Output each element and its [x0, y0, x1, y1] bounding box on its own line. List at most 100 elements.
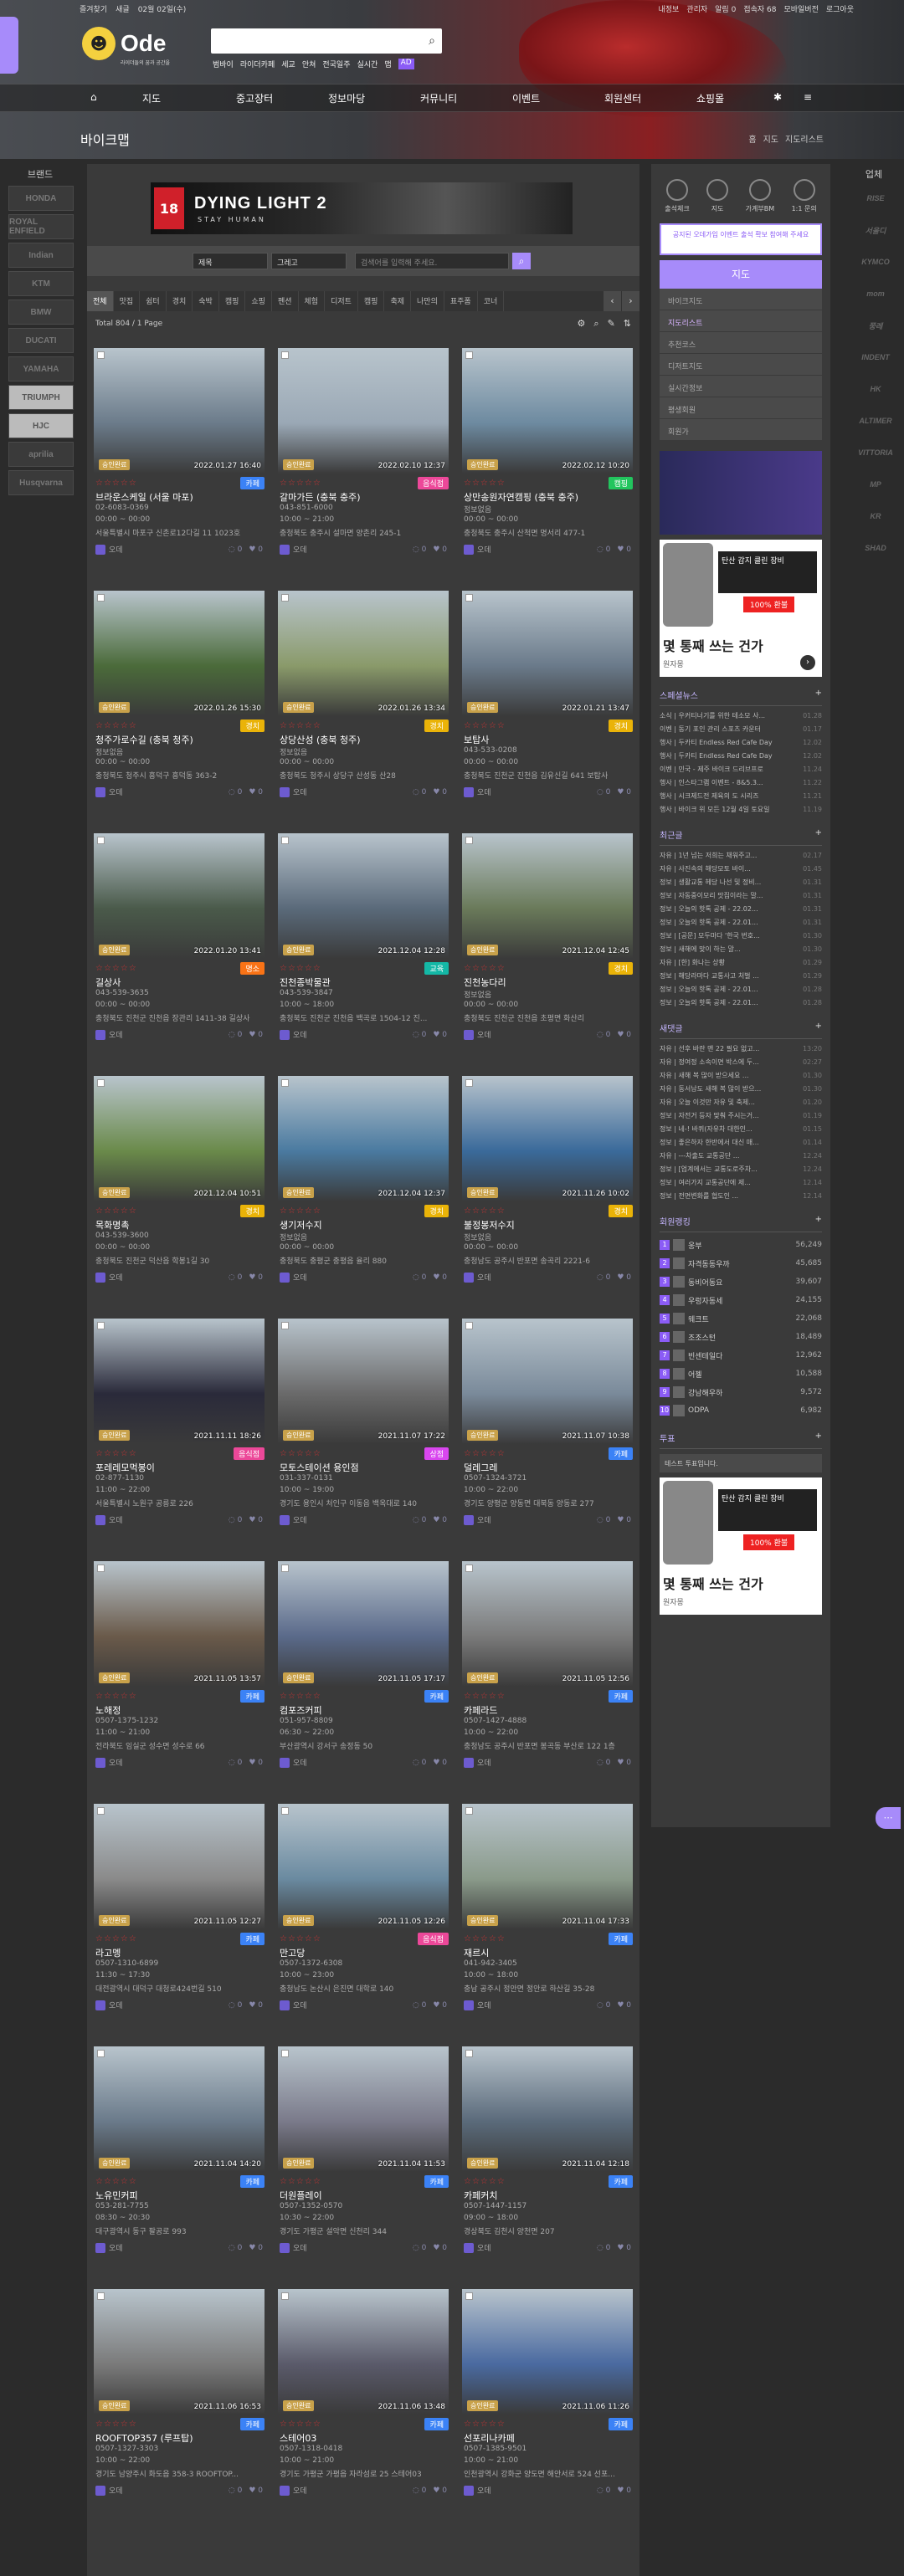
place-card[interactable]: 승인완료 2021.11.05 12:26 ☆☆☆☆☆ 음식점 만고당 0507-1372…	[278, 1804, 449, 2046]
place-name[interactable]: 상만송원자연캠핑 (충북 충주)	[464, 490, 631, 504]
list-item[interactable]: 자유 | 오늘 이것만 자유 및 축제... 01.20	[660, 1096, 822, 1109]
place-card[interactable]: 승인완료 2021.12.04 12:28 ☆☆☆☆☆ 교육 진천종박물관 043-539…	[278, 833, 449, 1076]
place-card[interactable]: 승인완료 2022.02.12 10:20 ☆☆☆☆☆ 캠핑 상만송원자연캠핑 (충북 …	[462, 348, 633, 591]
place-photo[interactable]: 승인완료 2021.11.05 13:57	[94, 1561, 265, 1687]
list-item[interactable]: 정보 | [공문] 모두마다 '한국 번호... 01.30	[660, 930, 822, 943]
list-item[interactable]: 정보 | 네-! 바퀴(자유차 대한인... 01.15	[660, 1123, 822, 1136]
list-item[interactable]: 정보 | 생활교통 헤당 나선 및 정비... 01.31	[660, 876, 822, 889]
list-item[interactable]: 행사 | 두카티 Endless Red Cafe Day 12.02	[660, 750, 822, 763]
select-checkbox[interactable]	[465, 1322, 473, 1329]
topbar-link[interactable]: 로그아웃	[826, 3, 854, 14]
place-photo[interactable]: 승인완료 2021.11.07 17:22	[278, 1319, 449, 1444]
subnav-link[interactable]: 라이더카페	[240, 59, 275, 69]
place-photo[interactable]: 승인완료 2022.01.21 13:47	[462, 591, 633, 716]
menu-icon[interactable]: ≡	[804, 91, 812, 103]
place-name[interactable]: 포레레모먹봉이	[95, 1461, 263, 1474]
place-photo[interactable]: 승인완료 2021.11.06 13:48	[278, 2289, 449, 2415]
list-item[interactable]: 정보 | 해당라마다 교통사고 처벌 ... 01.29	[660, 970, 822, 983]
list-item[interactable]: 이벤 | 동기 포인 관리 스포츠 카운터 01.17	[660, 723, 822, 736]
select-checkbox[interactable]	[97, 837, 105, 844]
quick-icon-item[interactable]: 가계부BM	[746, 179, 774, 213]
place-photo[interactable]: 승인완료 2021.11.05 12:26	[278, 1804, 449, 1929]
company-logo[interactable]: RISE	[849, 186, 902, 211]
category-tab[interactable]: 코너	[478, 291, 505, 311]
place-name[interactable]: 브라운스케일 (서울 마포)	[95, 490, 263, 504]
list-item[interactable]: 자유 | [한] 화나는 상황 01.29	[660, 956, 822, 970]
map-menu-item[interactable]: 회원가	[660, 419, 822, 441]
place-photo[interactable]: 승인완료 2021.11.04 17:33	[462, 1804, 633, 1929]
place-card[interactable]: 승인완료 2022.01.20 13:41 ☆☆☆☆☆ 명소 길상사 043-539-36…	[94, 833, 265, 1076]
company-logo[interactable]: SHAD	[849, 535, 902, 561]
list-item[interactable]: 정보 | 좋은하자 한반에서 대신 매... 01.14	[660, 1136, 822, 1150]
list-item[interactable]: 소식 | 우커티너기를 위한 테소모 사... 01.28	[660, 709, 822, 723]
list-item[interactable]: 정보 | 전면변화를 협도인 ... 12.14	[660, 1190, 822, 1203]
list-item[interactable]: 이벤 | 민국 - 제주 바이크 드리브프로 11.24	[660, 763, 822, 776]
list-item[interactable]: 정보 | 자전거 등자 맞춰 주시는거... 01.19	[660, 1109, 822, 1123]
place-card[interactable]: 승인완료 2021.11.05 12:56 ☆☆☆☆☆ 카페 카페라드 0507-1427…	[462, 1561, 633, 1804]
nav-item[interactable]: 정보마당	[328, 91, 365, 105]
ranking-row[interactable]: 9 강남해우하 9,572	[660, 1383, 822, 1401]
place-name[interactable]: 카페커치	[464, 2189, 631, 2202]
region-select[interactable]: 그레고	[271, 253, 347, 269]
company-logo[interactable]: ALTIMER	[849, 408, 902, 433]
sort-icon[interactable]: ⇅	[624, 318, 631, 330]
place-name[interactable]: 선포리나카페	[464, 2431, 631, 2445]
topbar-link[interactable]: 관리자	[686, 3, 707, 14]
place-photo[interactable]: 승인완료 2021.11.04 11:53	[278, 2046, 449, 2172]
ranking-row[interactable]: 10 ODPA 6,982	[660, 1401, 822, 1420]
category-tab[interactable]: 경치	[167, 291, 193, 311]
company-logo[interactable]: VITTORIA	[849, 440, 902, 465]
place-photo[interactable]: 승인완료 2021.12.04 12:45	[462, 833, 633, 959]
list-item[interactable]: 행사 | 시크제드전 제육의 도 시리즈 11.21	[660, 790, 822, 803]
place-photo[interactable]: 승인완료 2021.11.05 17:17	[278, 1561, 449, 1687]
site-logo[interactable]: ☻ Ode 라이더들의 꿈과 공간을	[82, 27, 170, 66]
subnav-link[interactable]: 세교	[281, 59, 295, 69]
place-name[interactable]: 만고당	[280, 1946, 447, 1959]
subnav-link[interactable]: 범바이	[213, 59, 234, 69]
place-card[interactable]: 승인완료 2021.11.04 11:53 ☆☆☆☆☆ 카페 더원플레이 0507-135…	[278, 2046, 449, 2289]
star-icon[interactable]: ✱	[773, 91, 782, 103]
list-item[interactable]: 자유 | 사진속의 해당모토 바이... 01.45	[660, 863, 822, 876]
nav-item[interactable]: 중고장터	[236, 91, 273, 105]
place-photo[interactable]: 승인완료 2021.11.05 12:56	[462, 1561, 633, 1687]
place-name[interactable]: 노해정	[95, 1703, 263, 1717]
place-photo[interactable]: 승인완료 2021.11.04 14:20	[94, 2046, 265, 2172]
place-name[interactable]: ROOFTOP357 (루프탑)	[95, 2431, 263, 2445]
topbar-link[interactable]: 새글	[116, 3, 130, 14]
brand-logo[interactable]: DUCATI	[8, 328, 74, 353]
place-name[interactable]: 더원플레이	[280, 2189, 447, 2202]
place-photo[interactable]: 승인완료 2022.01.20 13:41	[94, 833, 265, 959]
select-checkbox[interactable]	[97, 1322, 105, 1329]
place-photo[interactable]: 승인완료 2021.11.05 12:27	[94, 1804, 265, 1929]
search-icon[interactable]: ⌕	[429, 34, 435, 48]
place-name[interactable]: 진천종박물관	[280, 976, 447, 989]
category-tab[interactable]: 쉼터	[140, 291, 167, 311]
place-photo[interactable]: 승인완료 2022.01.27 16:40	[94, 348, 265, 474]
poll-item[interactable]: 테스트 투표입니다.	[660, 1454, 822, 1472]
category-tab[interactable]: 디저트	[325, 291, 358, 311]
place-name[interactable]: 보탑사	[464, 733, 631, 746]
notice-box[interactable]: 공지된 오데가입 이벤트 출석 확보 참여해 주세요	[660, 223, 822, 255]
place-card[interactable]: 승인완료 2021.11.07 17:22 ☆☆☆☆☆ 상점 모토스테이션 용인점 031…	[278, 1319, 449, 1561]
place-photo[interactable]: 승인완료 2022.02.12 10:20	[462, 348, 633, 474]
product-ad[interactable]: 탄산 감지 클린 장비 100% 환불 몇 통째 쓰는 건가 원자몽 ›	[660, 540, 822, 677]
gear-icon[interactable]: ⚙	[578, 318, 586, 330]
brand-logo[interactable]: Indian	[8, 243, 74, 268]
search-icon[interactable]: ⌕	[593, 318, 598, 330]
select-checkbox[interactable]	[281, 1079, 289, 1087]
place-name[interactable]: 목화명촉	[95, 1218, 263, 1232]
place-photo[interactable]: 승인완료 2021.12.04 12:28	[278, 833, 449, 959]
select-checkbox[interactable]	[465, 1079, 473, 1087]
map-menu-item[interactable]: 디저트지도	[660, 354, 822, 376]
place-name[interactable]: 모토스테이션 용인점	[280, 1461, 447, 1474]
select-checkbox[interactable]	[465, 2292, 473, 2300]
place-card[interactable]: 승인완료 2021.11.04 12:18 ☆☆☆☆☆ 카페 카페커치 0507-1447…	[462, 2046, 633, 2289]
brand-logo[interactable]: KTM	[8, 271, 74, 296]
field-select[interactable]: 제목	[193, 253, 268, 269]
company-logo[interactable]: 쭝레	[849, 313, 902, 338]
company-logo[interactable]: KYMCO	[849, 249, 902, 274]
place-name[interactable]: 카페라드	[464, 1703, 631, 1717]
list-item[interactable]: 정보 | [업계에서는 교통도로주차... 12.24	[660, 1163, 822, 1176]
list-item[interactable]: 행사 | 인스타그램 이벤트 - 8&5.3... 11.22	[660, 776, 822, 790]
ranking-row[interactable]: 5 웨크트 22,068	[660, 1309, 822, 1328]
